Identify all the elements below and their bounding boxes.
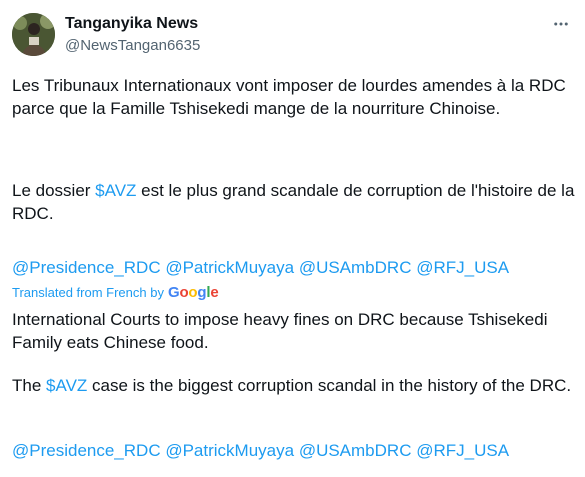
translated-text: The — [12, 376, 47, 395]
tweet: Tanganyika News @NewsTangan6635 Les Trib… — [0, 0, 585, 477]
original-text: Le dossier — [12, 181, 96, 200]
author-handle[interactable]: @NewsTangan6635 — [65, 36, 200, 56]
mention-link[interactable]: @USAmbDRC — [299, 441, 412, 460]
cashtag-link[interactable]: $AVZ — [46, 376, 87, 395]
mention-link[interactable]: @RFJ_USA — [416, 441, 509, 460]
more-horizontal-icon — [554, 22, 568, 26]
avatar-image — [12, 13, 55, 56]
more-options-button[interactable] — [549, 12, 573, 36]
google-logo: Google — [167, 284, 219, 301]
original-paragraph-1: Les Tribunaux Internationaux vont impose… — [12, 76, 566, 118]
mention-link[interactable]: @USAmbDRC — [299, 258, 412, 277]
mention-link[interactable]: @Presidence_RDC — [12, 258, 161, 277]
mention-link[interactable]: @PatrickMuyaya — [165, 258, 294, 277]
avatar[interactable] — [12, 13, 55, 56]
original-mentions: @Presidence_RDC @PatrickMuyaya @USAmbDRC… — [12, 256, 577, 279]
cashtag-link[interactable]: $AVZ — [95, 181, 136, 200]
mention-link[interactable]: @RFJ_USA — [416, 258, 509, 277]
mention-link[interactable]: @PatrickMuyaya — [165, 441, 294, 460]
translated-paragraph-1: International Courts to impose heavy fin… — [12, 310, 548, 352]
translation-attribution[interactable]: Translated from French by Google — [12, 284, 219, 302]
translated-mentions: @Presidence_RDC @PatrickMuyaya @USAmbDRC… — [12, 439, 577, 462]
translated-text: case is the biggest corruption scandal i… — [87, 376, 572, 395]
author-name[interactable]: Tanganyika News — [65, 14, 198, 34]
mention-link[interactable]: @Presidence_RDC — [12, 441, 161, 460]
original-paragraph-2: Le dossier $AVZ est le plus grand scanda… — [12, 179, 577, 225]
translation-label: Translated from French by — [12, 285, 164, 300]
translated-paragraph-2: The $AVZ case is the biggest corruption … — [12, 374, 577, 397]
